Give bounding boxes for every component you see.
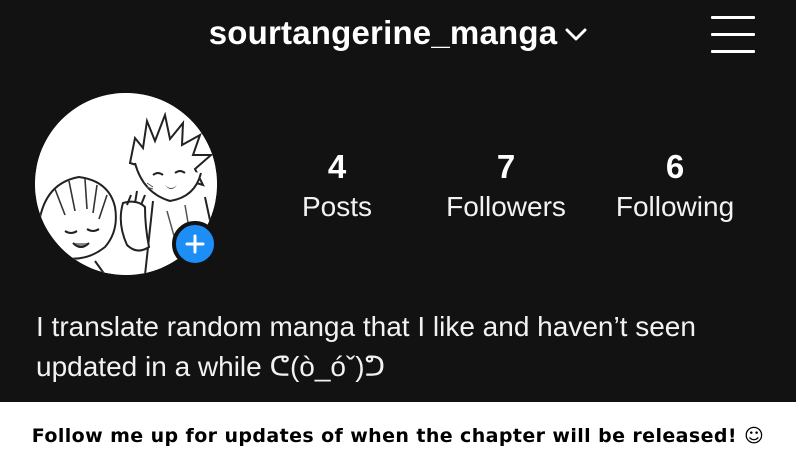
avatar-container[interactable] [35, 93, 218, 275]
caption-text: Follow me up for updates of when the cha… [31, 425, 765, 447]
bio-line-1: I translate random manga that I like and… [36, 311, 696, 342]
plus-icon [185, 234, 205, 254]
bio-line-2: updated in a while ᕦ(ò_óˇ)ᕤ [36, 351, 386, 382]
stat-followers-label: Followers [446, 191, 566, 222]
add-story-button[interactable] [172, 221, 218, 267]
stat-following-count: 6 [665, 148, 685, 185]
stat-following-label: Following [615, 191, 735, 222]
stat-posts-count: 4 [327, 148, 347, 185]
chevron-down-icon[interactable] [565, 28, 587, 42]
profile-screen: sourtangerine_manga 4 Posts 7 Followers … [0, 0, 796, 402]
username-switcher[interactable]: sourtangerine_manga [0, 14, 796, 52]
stat-following[interactable]: 6 Following [580, 148, 770, 227]
stat-followers[interactable]: 7 Followers [411, 148, 601, 227]
stat-followers-count: 7 [496, 148, 516, 185]
stat-posts-label: Posts [301, 191, 373, 222]
profile-bio: I translate random manga that I like and… [36, 307, 776, 387]
stat-posts[interactable]: 4 Posts [242, 148, 432, 227]
username[interactable]: sourtangerine_manga [209, 14, 558, 52]
hamburger-menu-icon[interactable] [711, 16, 755, 54]
profile-header: sourtangerine_manga [0, 0, 796, 72]
